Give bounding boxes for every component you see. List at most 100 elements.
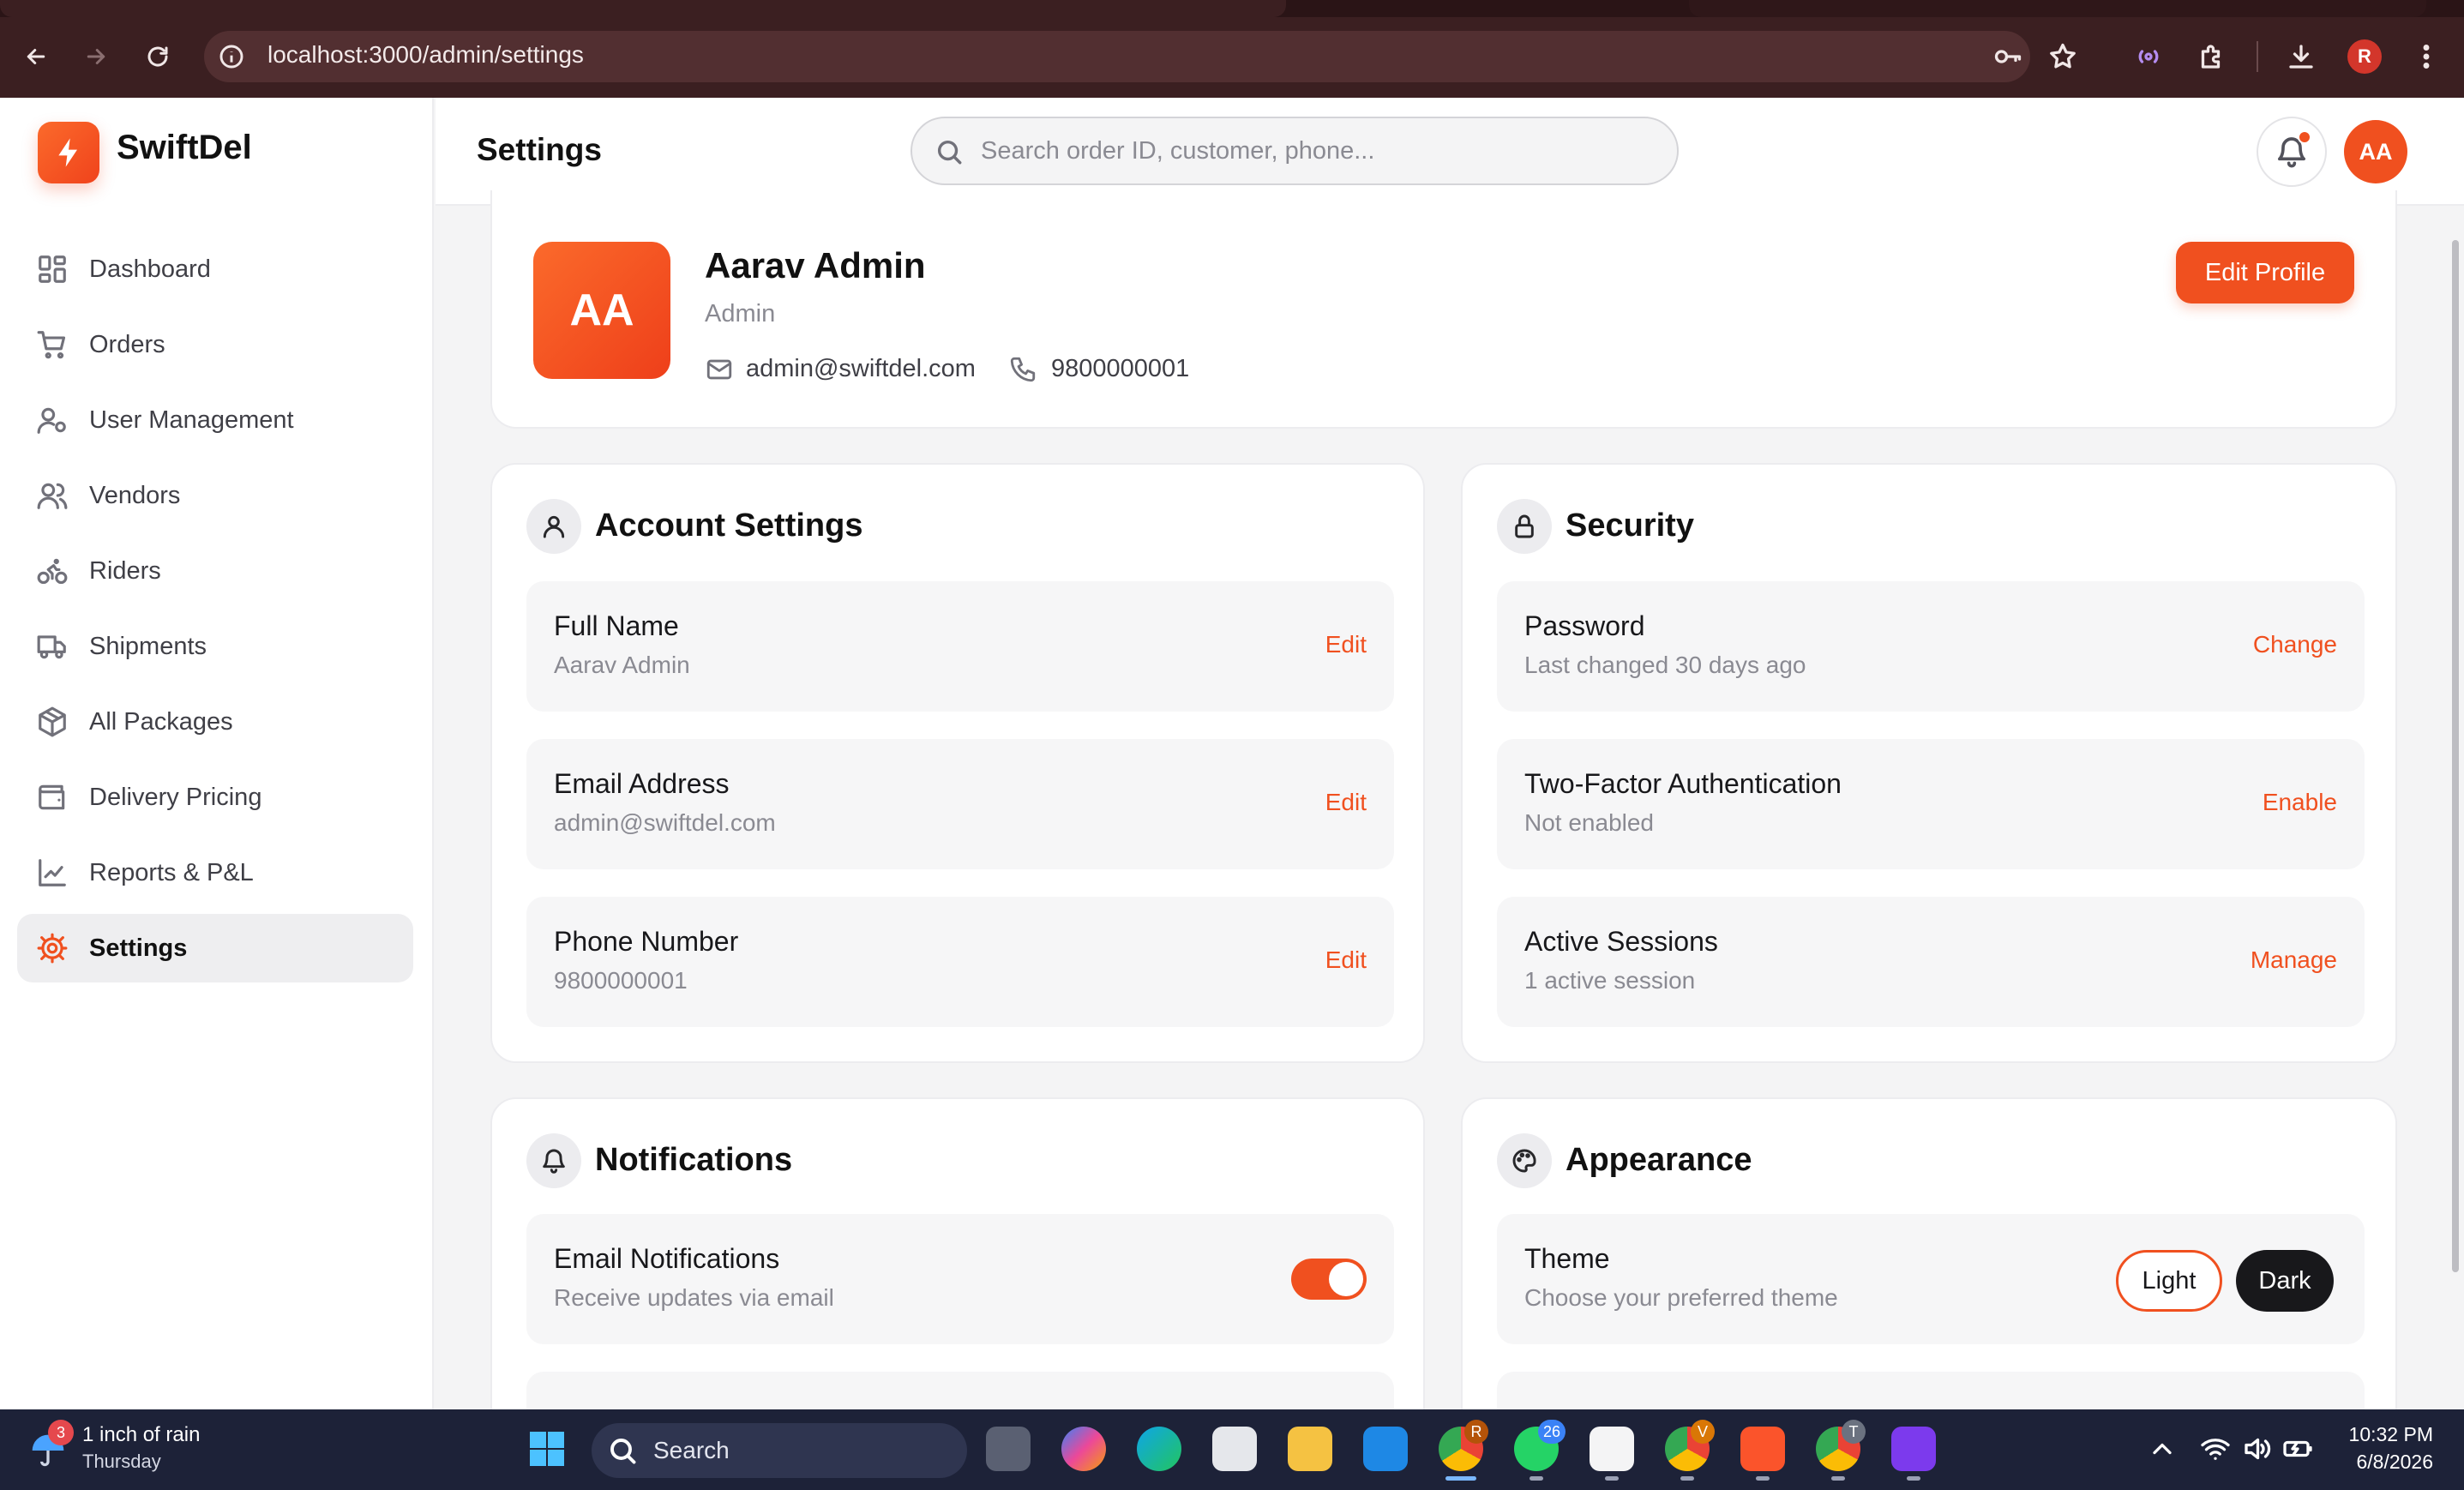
brand-logo[interactable] (38, 122, 99, 183)
setting-value: Choose your preferred theme (1524, 1284, 1838, 1311)
toolbar-divider (2257, 41, 2258, 72)
copilot-icon[interactable] (1061, 1427, 1106, 1471)
setting-row-password: Password Last changed 30 days ago Change (1497, 581, 2365, 712)
gear-icon (36, 932, 69, 964)
weather-day[interactable]: Thursday (82, 1451, 161, 1473)
setting-value: Receive updates via email (554, 1284, 834, 1311)
password-key-icon[interactable] (1991, 39, 2025, 74)
search-placeholder[interactable]: Search order ID, customer, phone... (981, 137, 1374, 165)
sidebar-item-label: Vendors (89, 481, 181, 509)
chevron-up-icon[interactable] (2147, 1433, 2178, 1464)
chart-line-icon (36, 856, 69, 889)
vscode-icon[interactable] (1363, 1427, 1408, 1471)
microsoft-store-icon[interactable] (1212, 1427, 1257, 1471)
browser-tab-active[interactable] (0, 0, 1286, 17)
file-explorer-icon[interactable] (1288, 1427, 1332, 1471)
running-indicator (1605, 1476, 1619, 1481)
sidebar-item-label: Dashboard (89, 255, 211, 283)
search-icon (935, 137, 964, 166)
bell-icon (526, 1133, 581, 1188)
back-button[interactable] (17, 38, 55, 75)
enable-2fa-button[interactable]: Enable (2263, 789, 2337, 816)
toggle-knob (1329, 1262, 1363, 1296)
section-title: Security (1566, 508, 1694, 544)
edge-browser-icon[interactable] (1137, 1427, 1181, 1471)
wifi-icon[interactable] (2200, 1433, 2231, 1464)
forward-button[interactable] (77, 38, 115, 75)
sidebar-item-label: User Management (89, 406, 294, 434)
edit-profile-button[interactable]: Edit Profile (2176, 242, 2354, 303)
app-icon[interactable] (1590, 1427, 1634, 1471)
edit-email-button[interactable]: Edit (1325, 789, 1367, 816)
notifications-button[interactable] (2257, 117, 2327, 187)
running-indicator (1907, 1476, 1920, 1481)
taskbar-search-label[interactable]: Search (653, 1437, 730, 1464)
running-indicator (1756, 1476, 1770, 1481)
windows-start-icon[interactable] (526, 1428, 568, 1469)
clock-time[interactable]: 10:32 PM (2347, 1423, 2433, 1446)
clock-date[interactable]: 6/8/2026 (2347, 1451, 2433, 1474)
battery-charging-icon[interactable] (2282, 1433, 2313, 1464)
setting-value: Last changed 30 days ago (1524, 652, 1806, 678)
browser-tab[interactable] (1689, 0, 2426, 17)
phone-icon (1008, 355, 1037, 384)
taskbar-search[interactable] (592, 1423, 967, 1478)
sidebar-item-riders[interactable]: Riders (17, 537, 413, 605)
reload-button[interactable] (139, 38, 177, 75)
manage-sessions-button[interactable]: Manage (2251, 946, 2337, 974)
sidebar-item-label: Riders (89, 556, 161, 585)
edit-name-button[interactable]: Edit (1325, 631, 1367, 658)
task-view-icon[interactable] (986, 1427, 1031, 1471)
profile-email: admin@swiftdel.com (746, 355, 976, 382)
setting-row-full-name: Full Name Aarav Admin Edit (526, 581, 1394, 712)
setting-label: Full Name (554, 610, 679, 641)
chrome-profile-badge: R (1464, 1420, 1488, 1444)
sidebar-item-shipments[interactable]: Shipments (17, 612, 413, 681)
sidebar-item-label: All Packages (89, 707, 233, 736)
user-avatar[interactable]: AA (2344, 120, 2407, 183)
notification-dot (2298, 130, 2311, 144)
running-indicator (1529, 1476, 1543, 1481)
app-icon[interactable] (1891, 1427, 1936, 1471)
sidebar-item-delivery-pricing[interactable]: Delivery Pricing (17, 763, 413, 832)
page-title: Settings (477, 132, 602, 167)
extensions-puzzle-icon[interactable] (2195, 39, 2229, 74)
setting-value: admin@swiftdel.com (554, 809, 776, 836)
weather-text[interactable]: 1 inch of rain (82, 1423, 200, 1447)
url-text[interactable]: localhost:3000/admin/settings (267, 41, 584, 69)
download-icon[interactable] (2284, 39, 2318, 74)
reload-icon (147, 46, 168, 67)
users-icon (36, 479, 69, 512)
sidebar-item-all-packages[interactable]: All Packages (17, 688, 413, 756)
browser-profile-avatar[interactable]: R (2347, 39, 2382, 74)
sidebar-item-reports[interactable]: Reports & P&L (17, 838, 413, 907)
volume-icon[interactable] (2241, 1433, 2272, 1464)
wallet-icon (36, 781, 69, 814)
brave-browser-icon[interactable] (1740, 1427, 1785, 1471)
chrome-profile-badge: V (1691, 1420, 1715, 1444)
sidebar-item-label: Orders (89, 330, 165, 358)
profile-name: Aarav Admin (705, 245, 926, 285)
bookmark-star-icon[interactable] (2046, 39, 2080, 74)
weather-alert-badge: 3 (48, 1420, 74, 1445)
setting-row-sessions: Active Sessions 1 active session Manage (1497, 897, 2365, 1027)
sidebar-item-vendors[interactable]: Vendors (17, 461, 413, 530)
running-indicator (1831, 1476, 1845, 1481)
more-menu-icon[interactable] (2409, 39, 2443, 74)
change-password-button[interactable]: Change (2253, 631, 2337, 658)
theme-dark-button[interactable]: Dark (2236, 1250, 2334, 1312)
chrome-profile-badge: T (1842, 1420, 1866, 1444)
sidebar-item-user-management[interactable]: User Management (17, 386, 413, 454)
edit-phone-button[interactable]: Edit (1325, 946, 1367, 974)
setting-label: Phone Number (554, 926, 739, 957)
site-info-icon[interactable] (218, 43, 245, 70)
brand-name: SwiftDel (117, 129, 252, 166)
sidebar-item-settings[interactable]: Settings (17, 914, 413, 982)
sidebar-item-orders[interactable]: Orders (17, 310, 413, 379)
setting-value: Aarav Admin (554, 652, 690, 678)
sidebar-item-dashboard[interactable]: Dashboard (17, 235, 413, 303)
theme-light-button[interactable]: Light (2116, 1250, 2222, 1312)
scrollbar-thumb[interactable] (2452, 240, 2459, 1272)
media-cast-icon[interactable] (2131, 39, 2166, 74)
email-notifications-toggle[interactable] (1291, 1259, 1367, 1300)
